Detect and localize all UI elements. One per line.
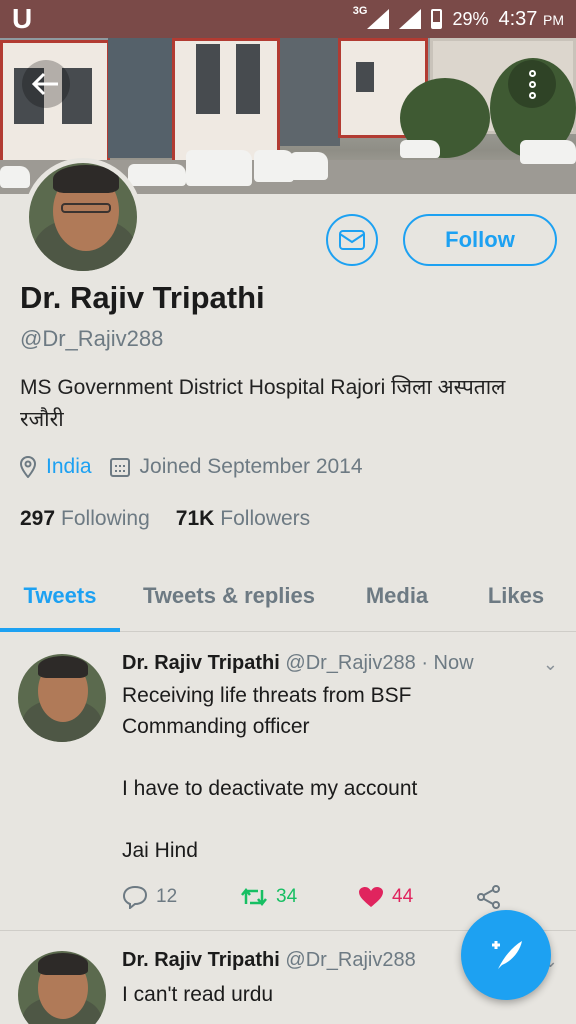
profile-name: Dr. Rajiv Tripathi <box>20 280 265 315</box>
tweet-handle: @Dr_Rajiv288 <box>285 949 416 971</box>
tweet-header: Dr. Rajiv Tripathi @Dr_Rajiv288 · Now <box>122 652 474 675</box>
signal-icon-2 <box>399 9 422 29</box>
tweet-time: · Now <box>421 652 474 674</box>
tweet-avatar[interactable] <box>18 654 106 742</box>
tab-media[interactable]: Media <box>338 560 456 631</box>
mail-icon <box>339 230 365 250</box>
message-button[interactable] <box>326 214 378 266</box>
followers-link[interactable]: 71K Followers <box>176 507 310 531</box>
tweet-item[interactable]: Dr. Rajiv Tripathi @Dr_Rajiv288 · Now ⌄ … <box>0 632 576 930</box>
reply-icon <box>122 885 148 909</box>
share-button[interactable] <box>476 884 502 910</box>
more-options-button[interactable] <box>508 60 556 108</box>
signal-icon <box>367 9 390 29</box>
app-letter: U <box>12 3 33 34</box>
tweet-actions: 12 34 44 <box>122 884 502 910</box>
heart-icon <box>359 887 383 907</box>
share-icon <box>477 885 500 909</box>
compose-icon <box>492 941 522 969</box>
battery-icon <box>431 9 443 29</box>
profile-tabs: Tweets Tweets & replies Media Likes <box>0 560 576 632</box>
clock: 4:37 PM <box>498 7 565 30</box>
tweet-text: Receiving life threats from BSF Commandi… <box>122 684 418 862</box>
location-pin-icon <box>20 456 36 478</box>
following-link[interactable]: 297 Following <box>20 507 150 531</box>
like-button[interactable]: 44 <box>358 886 476 908</box>
calendar-icon <box>109 458 130 477</box>
joined-date: Joined September 2014 <box>139 455 363 478</box>
profile-handle: @Dr_Rajiv288 <box>20 326 164 351</box>
network-type: 3G <box>352 5 368 17</box>
status-icons: 3G 29% 4:37 PM <box>352 5 565 31</box>
tab-likes[interactable]: Likes <box>456 560 576 631</box>
tab-tweets[interactable]: Tweets <box>0 560 120 632</box>
compose-tweet-button[interactable] <box>461 910 551 1000</box>
tweet-author[interactable]: Dr. Rajiv Tripathi <box>122 652 280 674</box>
tab-tweets-replies[interactable]: Tweets & replies <box>120 560 338 631</box>
battery-percent: 29% <box>452 8 489 29</box>
location-link[interactable]: India <box>46 455 92 479</box>
chevron-down-icon[interactable]: ⌄ <box>543 654 558 675</box>
profile-avatar[interactable] <box>24 158 142 276</box>
tweet-avatar[interactable] <box>18 951 106 1024</box>
tweet-handle: @Dr_Rajiv288 <box>285 652 416 674</box>
retweet-icon <box>241 887 267 907</box>
retweet-button[interactable]: 34 <box>240 886 358 908</box>
reply-button[interactable]: 12 <box>122 885 240 909</box>
back-arrow-icon <box>32 72 58 96</box>
tweet-header: Dr. Rajiv Tripathi @Dr_Rajiv288 <box>122 949 416 972</box>
tweet-author[interactable]: Dr. Rajiv Tripathi <box>122 949 280 971</box>
profile-bio: MS Government District Hospital Rajori ज… <box>20 376 506 431</box>
more-vertical-icon <box>528 69 536 77</box>
status-bar: U 3G 29% 4:37 PM <box>0 0 576 38</box>
back-button[interactable] <box>22 60 70 108</box>
profile-counts: 297 Following 71K Followers <box>20 507 310 531</box>
follow-button[interactable]: Follow <box>403 214 557 266</box>
profile-meta: India Joined September 2014 <box>20 455 363 479</box>
